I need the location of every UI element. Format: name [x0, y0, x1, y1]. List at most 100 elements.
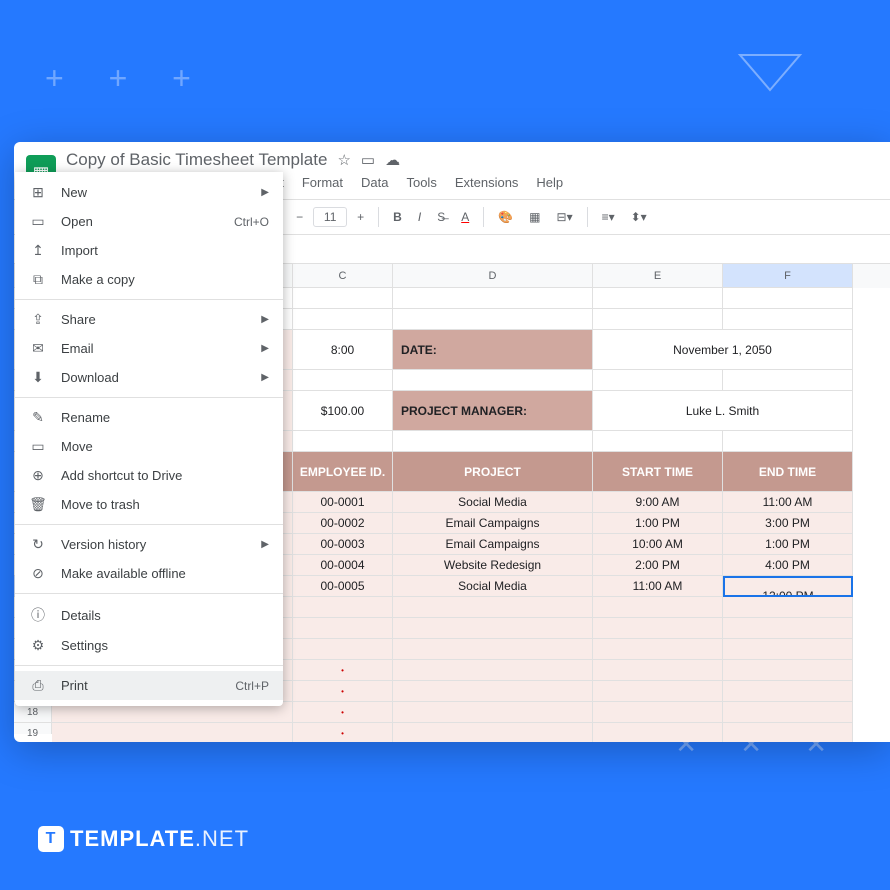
- cell[interactable]: [293, 288, 393, 309]
- menu-item-rename[interactable]: ✎Rename: [15, 403, 283, 432]
- cell[interactable]: [593, 309, 723, 330]
- menu-item-move[interactable]: ▭Move: [15, 432, 283, 461]
- project-name[interactable]: Social Media: [393, 492, 593, 513]
- cell[interactable]: [393, 431, 593, 452]
- valign-button[interactable]: ⬍▾: [625, 206, 653, 228]
- menu-item-make-a-copy[interactable]: ⧉Make a copy: [15, 265, 283, 294]
- cell[interactable]: [393, 309, 593, 330]
- cell[interactable]: [393, 288, 593, 309]
- cell[interactable]: [723, 309, 853, 330]
- italic-button[interactable]: I: [412, 206, 427, 228]
- project-name[interactable]: Email Campaigns: [393, 513, 593, 534]
- project-name[interactable]: Website Redesign: [393, 555, 593, 576]
- increase-font-button[interactable]: +: [351, 206, 370, 228]
- end-time[interactable]: 4:00 PM: [723, 555, 853, 576]
- end-time[interactable]: 12:00 PM: [723, 576, 853, 597]
- cell[interactable]: [723, 431, 853, 452]
- menu-item-add-shortcut-to-drive[interactable]: ⊕Add shortcut to Drive: [15, 461, 283, 490]
- employee-id[interactable]: 00-0001: [293, 492, 393, 513]
- col-header[interactable]: F: [723, 264, 853, 288]
- cell[interactable]: [293, 618, 393, 639]
- col-header[interactable]: E: [593, 264, 723, 288]
- move-folder-icon[interactable]: ▭: [361, 151, 375, 169]
- cell[interactable]: [393, 618, 593, 639]
- menu-item-make-available-offline[interactable]: ⊘Make available offline: [15, 559, 283, 588]
- cell[interactable]: [393, 723, 593, 742]
- cell[interactable]: START TIME: [593, 452, 723, 492]
- menu-item-details[interactable]: ⓘDetails: [15, 599, 283, 631]
- menu-item-settings[interactable]: ⚙Settings: [15, 631, 283, 660]
- cell[interactable]: [593, 702, 723, 723]
- pm-value[interactable]: Luke L. Smith: [593, 391, 853, 431]
- menu-tools[interactable]: Tools: [398, 172, 444, 193]
- menu-help[interactable]: Help: [528, 172, 571, 193]
- col-header[interactable]: C: [293, 264, 393, 288]
- col-header[interactable]: D: [393, 264, 593, 288]
- cell[interactable]: [593, 618, 723, 639]
- menu-format[interactable]: Format: [294, 172, 351, 193]
- cell[interactable]: [593, 370, 723, 391]
- cell[interactable]: [293, 639, 393, 660]
- cell[interactable]: [393, 702, 593, 723]
- cell[interactable]: [393, 639, 593, 660]
- menu-item-open[interactable]: ▭OpenCtrl+O: [15, 207, 283, 236]
- cell[interactable]: [723, 723, 853, 742]
- cell[interactable]: [52, 723, 293, 742]
- cell[interactable]: [723, 702, 853, 723]
- pm-label[interactable]: PROJECT MANAGER:: [393, 391, 593, 431]
- text-color-button[interactable]: A: [455, 206, 475, 228]
- cell[interactable]: [723, 681, 853, 702]
- menu-item-import[interactable]: ↥Import: [15, 236, 283, 265]
- cell[interactable]: 8:00: [293, 330, 393, 370]
- menu-item-email[interactable]: ✉Email▶: [15, 334, 283, 363]
- cell[interactable]: [723, 370, 853, 391]
- font-size-input[interactable]: 11: [313, 207, 347, 227]
- menu-item-move-to-trash[interactable]: 🗑Move to trash: [15, 490, 283, 519]
- cell[interactable]: [593, 723, 723, 742]
- document-title[interactable]: Copy of Basic Timesheet Template: [66, 150, 327, 170]
- cell[interactable]: [293, 431, 393, 452]
- end-time[interactable]: 3:00 PM: [723, 513, 853, 534]
- employee-id[interactable]: 00-0004: [293, 555, 393, 576]
- fill-color-button[interactable]: 🎨: [492, 206, 519, 228]
- decrease-font-button[interactable]: −: [290, 206, 309, 228]
- bold-button[interactable]: B: [387, 206, 408, 228]
- cell[interactable]: [393, 660, 593, 681]
- strikethrough-button[interactable]: S̶: [431, 206, 451, 228]
- cell[interactable]: [593, 431, 723, 452]
- cell[interactable]: [593, 660, 723, 681]
- cell[interactable]: EMPLOYEE ID.: [293, 452, 393, 492]
- cloud-status-icon[interactable]: ☁: [385, 151, 400, 169]
- cell[interactable]: [593, 681, 723, 702]
- cell[interactable]: PROJECT: [393, 452, 593, 492]
- menu-data[interactable]: Data: [353, 172, 396, 193]
- cell[interactable]: [593, 288, 723, 309]
- employee-id[interactable]: 00-0003: [293, 534, 393, 555]
- cell[interactable]: [293, 309, 393, 330]
- cell[interactable]: [393, 681, 593, 702]
- employee-id[interactable]: 00-0002: [293, 513, 393, 534]
- cell[interactable]: [723, 618, 853, 639]
- spreadsheet-grid[interactable]: 123456789101112131415161718192021 C D E …: [14, 264, 890, 734]
- cell[interactable]: [293, 597, 393, 618]
- cell[interactable]: [723, 639, 853, 660]
- start-time[interactable]: 1:00 PM: [593, 513, 723, 534]
- cell[interactable]: [393, 597, 593, 618]
- start-time[interactable]: 10:00 AM: [593, 534, 723, 555]
- cell[interactable]: END TIME: [723, 452, 853, 492]
- cell[interactable]: [723, 660, 853, 681]
- menu-extensions[interactable]: Extensions: [447, 172, 527, 193]
- start-time[interactable]: 9:00 AM: [593, 492, 723, 513]
- project-name[interactable]: Social Media: [393, 576, 593, 597]
- menu-item-share[interactable]: ⇪Share▶: [15, 305, 283, 334]
- merge-button[interactable]: ⊟▾: [551, 206, 579, 228]
- start-time[interactable]: 2:00 PM: [593, 555, 723, 576]
- align-button[interactable]: ≡▾: [596, 206, 621, 228]
- cell[interactable]: [293, 370, 393, 391]
- cell[interactable]: •: [293, 681, 393, 702]
- cell[interactable]: [593, 597, 723, 618]
- cell[interactable]: [593, 639, 723, 660]
- project-name[interactable]: Email Campaigns: [393, 534, 593, 555]
- cell[interactable]: •: [293, 660, 393, 681]
- date-value[interactable]: November 1, 2050: [593, 330, 853, 370]
